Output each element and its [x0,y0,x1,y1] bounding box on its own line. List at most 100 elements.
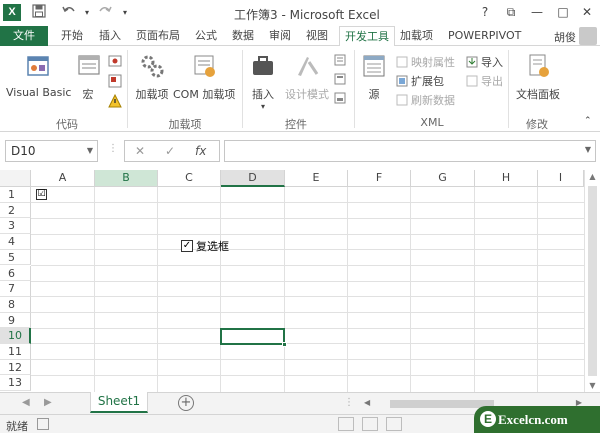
page-layout-view-icon[interactable] [362,417,378,431]
run-dialog-icon[interactable] [334,92,346,104]
tab-addins[interactable]: 加载项 [395,26,438,46]
formula-input[interactable]: ▼ [224,140,596,162]
macros-button[interactable]: 宏 [76,52,100,102]
name-box[interactable]: D10 ▼ [5,140,98,162]
relative-reference-icon[interactable] [108,74,122,88]
column-header-h[interactable]: H [475,170,538,187]
page-break-view-icon[interactable] [386,417,402,431]
import-icon [466,56,478,68]
row-header-7[interactable]: 7 [0,281,31,297]
tab-file[interactable]: 文件 [0,26,48,46]
tab-insert[interactable]: 插入 [94,26,126,46]
sheet-next-icon[interactable]: ▶ [44,397,52,408]
scroll-up-icon[interactable]: ▲ [585,172,600,181]
worksheet-grid[interactable]: A B C D E F G H I 1 2 3 4 5 6 7 8 9 10 1… [0,170,600,392]
map-properties-button[interactable]: 映射属性 [396,54,455,70]
scroll-left-icon[interactable]: ◀ [364,398,370,407]
active-cell-d10[interactable] [220,328,287,347]
row-header-11[interactable]: 11 [0,344,31,360]
row-header-5[interactable]: 5 [0,249,31,266]
undo-dropdown-icon[interactable]: ▾ [78,4,96,22]
tab-home[interactable]: 开始 [56,26,88,46]
row-header-13[interactable]: 13 [0,375,31,392]
row-header-12[interactable]: 12 [0,359,31,376]
visual-basic-button[interactable]: Visual Basic [6,52,71,99]
group-label-addins: 加载项 [168,118,202,131]
excel-logo-icon[interactable]: X [3,4,21,21]
macro-security-icon[interactable] [108,94,122,108]
insert-control-button[interactable]: 插入 ▾ [248,52,278,111]
select-all-button[interactable] [0,170,31,187]
import-button[interactable]: 导入 [466,54,503,70]
row-header-3[interactable]: 3 [0,218,31,235]
collapse-ribbon-icon[interactable]: ⌃ [584,116,592,126]
row-header-2[interactable]: 2 [0,202,31,219]
column-header-i[interactable]: I [538,170,584,187]
insert-function-button[interactable]: fx [195,144,206,158]
sheet-prev-icon[interactable]: ◀ [22,397,30,408]
column-header-a[interactable]: A [31,170,95,187]
vertical-scroll-thumb[interactable] [588,186,597,376]
row-header-10[interactable]: 10 [0,328,31,344]
com-addins-button[interactable]: COM 加载项 [173,52,235,102]
record-macro-icon[interactable] [108,54,122,68]
gridline [31,296,584,297]
avatar[interactable] [579,27,597,45]
enter-icon[interactable]: ✓ [165,144,175,158]
column-header-g[interactable]: G [411,170,475,187]
tab-data[interactable]: 数据 [227,26,259,46]
row-header-4[interactable]: 4 [0,234,31,250]
row-header-9[interactable]: 9 [0,312,31,329]
ribbon-display-button[interactable]: ⧉ [500,2,522,22]
row-header-1[interactable]: 1 [0,187,31,203]
tab-split-grip-icon[interactable]: ⋮ [344,397,354,408]
minimize-button[interactable]: — [526,2,548,22]
properties-icon[interactable] [334,54,346,66]
view-code-icon[interactable] [334,73,346,85]
checkbox-cell-a1[interactable]: ☑ [36,189,47,200]
gridline [31,202,584,203]
undo-icon[interactable] [60,4,78,22]
document-panel-button[interactable]: 文档面板 [513,52,563,102]
user-name[interactable]: 胡俊 [554,29,576,45]
sheet-tab-sheet1[interactable]: Sheet1 [90,392,148,413]
cancel-icon[interactable]: ✕ [135,144,145,158]
maximize-button[interactable]: □ [552,2,574,22]
row-header-8[interactable]: 8 [0,296,31,313]
column-header-f[interactable]: F [348,170,411,187]
tab-review[interactable]: 审阅 [264,26,296,46]
macro-record-status-icon[interactable] [37,418,49,430]
vertical-scrollbar[interactable]: ▲ ▼ [584,170,600,392]
xml-source-button[interactable]: 源 [360,52,388,102]
help-button[interactable]: ? [474,2,496,22]
column-header-c[interactable]: C [158,170,221,187]
column-header-d[interactable]: D [221,170,285,187]
redo-icon[interactable] [96,4,114,22]
gridline [31,218,584,219]
checkbox-checked-icon[interactable]: ✓ [181,240,193,252]
addins-button[interactable]: 加载项 [133,52,171,102]
tab-developer[interactable]: 开发工具 [339,26,395,47]
customize-qat-icon[interactable]: ▾ [116,4,134,22]
expand-formula-icon[interactable]: ▼ [585,145,591,154]
tab-powerpivot[interactable]: POWERPIVOT [443,26,526,46]
gridline [31,265,584,266]
close-button[interactable]: ✕ [576,2,598,22]
expansion-packs-button[interactable]: 扩展包 [396,73,444,89]
row-header-6[interactable]: 6 [0,265,31,282]
export-button[interactable]: 导出 [466,73,503,89]
save-icon[interactable] [30,4,48,22]
tab-view[interactable]: 视图 [301,26,333,46]
design-mode-button[interactable]: 设计模式 [282,52,332,102]
column-header-b[interactable]: B [95,170,158,187]
fill-handle[interactable] [282,342,287,347]
checkbox-control[interactable]: ✓ 复选框 [181,238,229,254]
tab-page-layout[interactable]: 页面布局 [131,26,185,46]
horizontal-scroll-thumb[interactable] [390,400,494,408]
scroll-down-icon[interactable]: ▼ [585,381,600,390]
refresh-data-button[interactable]: 刷新数据 [396,92,455,108]
tab-formulas[interactable]: 公式 [190,26,222,46]
normal-view-icon[interactable] [338,417,354,431]
column-header-e[interactable]: E [285,170,348,187]
add-sheet-button[interactable]: + [178,395,194,411]
